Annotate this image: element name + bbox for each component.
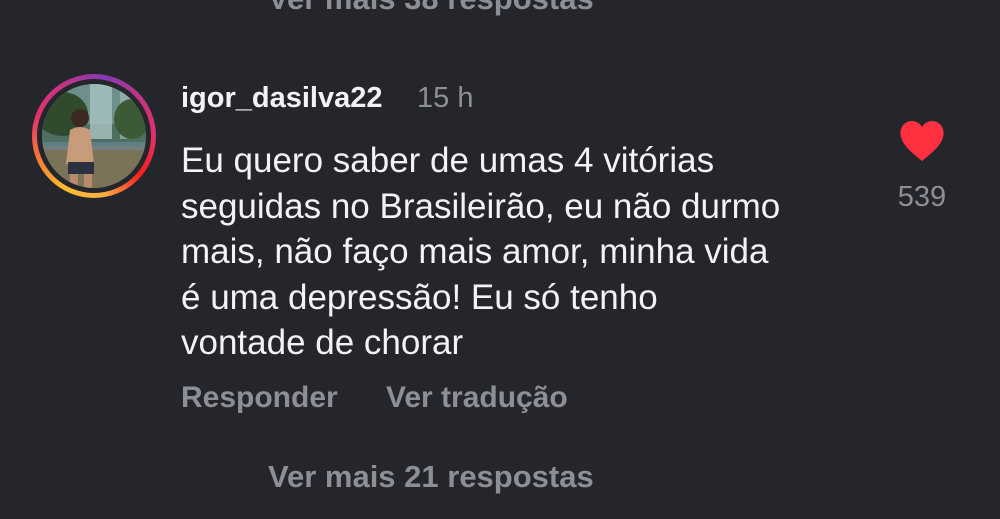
reply-button[interactable]: Responder — [181, 381, 338, 415]
like-button[interactable] — [899, 120, 945, 162]
like-count: 539 — [897, 181, 947, 213]
comment-text: Eu quero saber de umas 4 vitórias seguid… — [181, 138, 861, 366]
comment-thread-screen: Ver mais 38 respostas — [0, 0, 1000, 519]
avatar-story-ring[interactable] — [32, 74, 156, 198]
comment-text-line: é uma depressão! Eu só tenho — [181, 277, 658, 317]
comment-timestamp: 15 h — [417, 82, 474, 114]
see-translation-button[interactable]: Ver tradução — [386, 381, 568, 415]
comment-text-line: mais, não faço mais amor, minha vida — [181, 232, 769, 271]
avatar-photo — [42, 84, 146, 188]
comment-text-line: Eu quero saber de umas 4 vitórias — [181, 141, 715, 180]
view-more-replies-top-link[interactable]: Ver mais 38 respostas — [268, 0, 594, 17]
comment-text-line: seguidas no Brasileirão, eu não durmo — [181, 186, 781, 226]
view-more-replies-bottom-link[interactable]: Ver mais 21 respostas — [268, 459, 594, 495]
avatar[interactable] — [42, 84, 146, 188]
comment-text-line: vontade de chorar — [181, 323, 464, 362]
heart-filled-icon — [900, 121, 944, 161]
comment-username[interactable]: igor_dasilva22 — [181, 82, 383, 115]
